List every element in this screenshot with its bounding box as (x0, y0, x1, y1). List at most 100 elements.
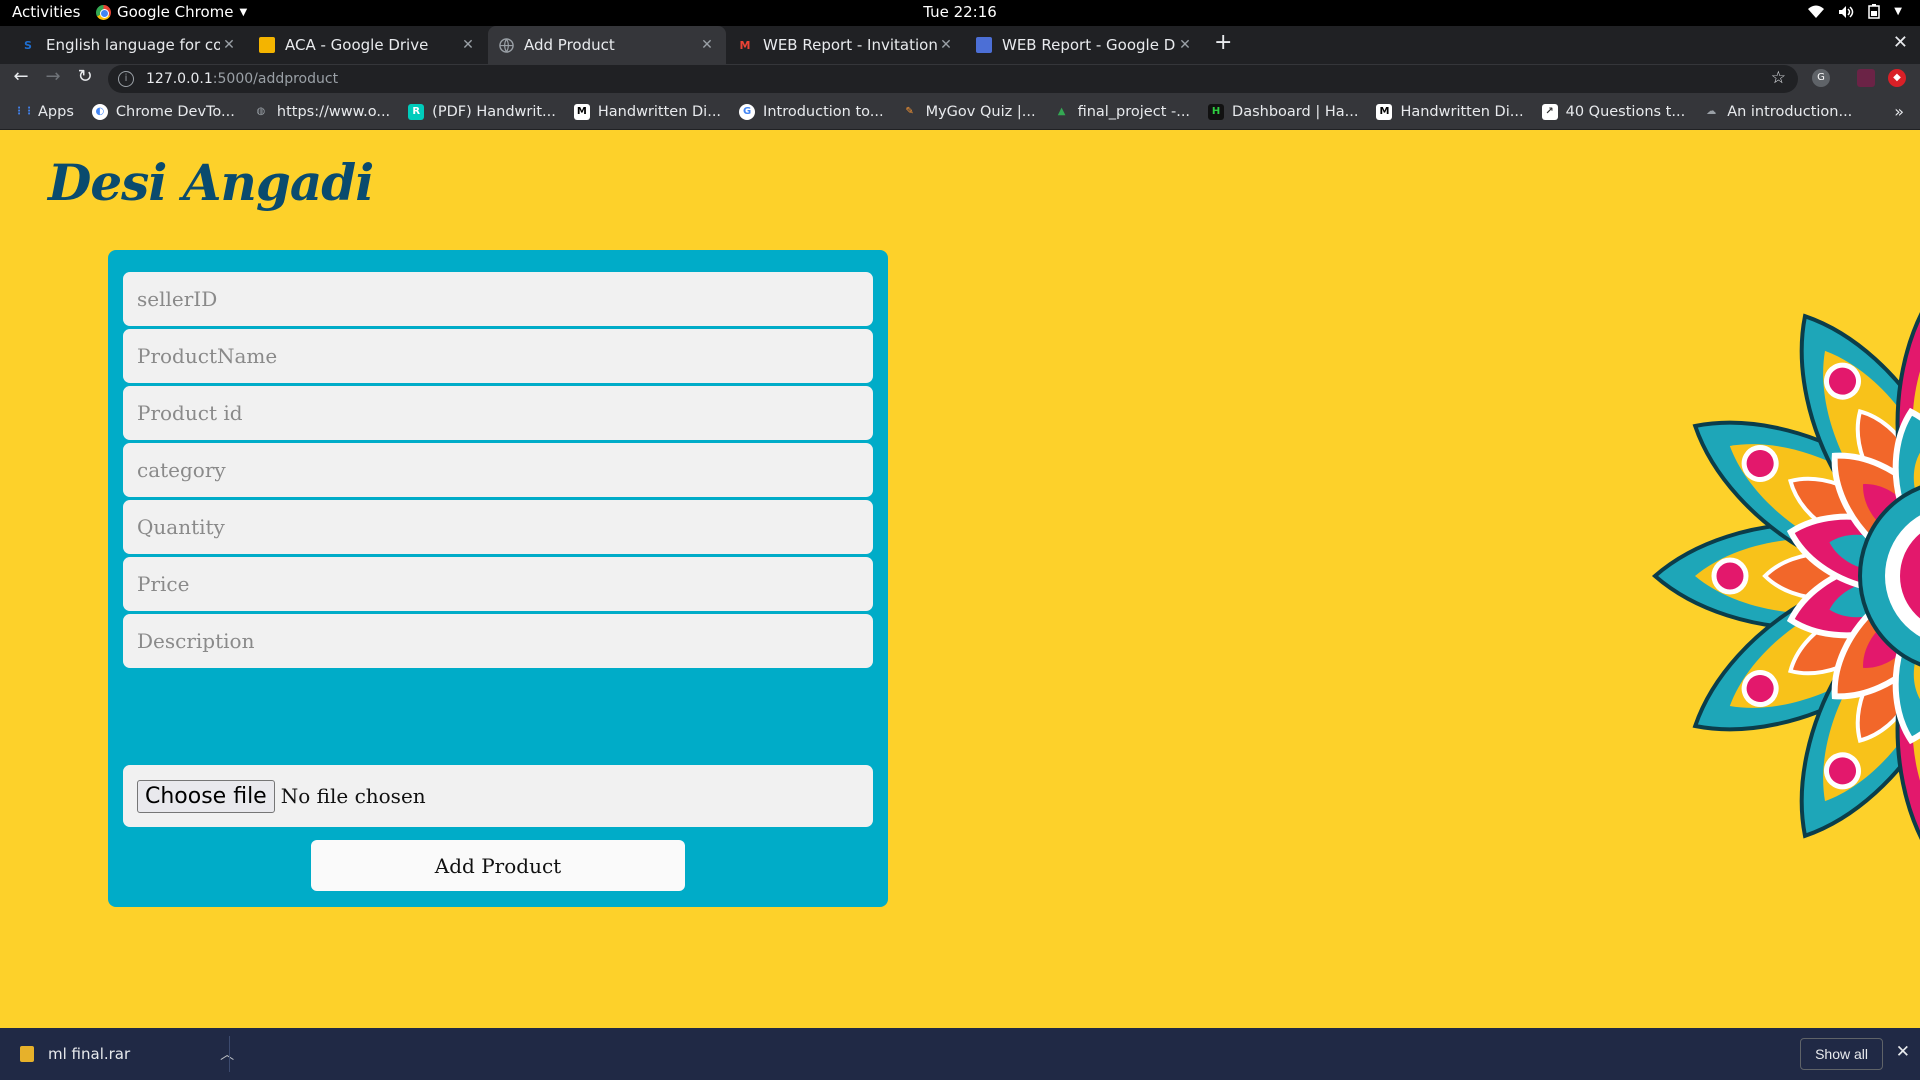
wifi-icon (1808, 5, 1825, 18)
volume-icon (1839, 5, 1854, 18)
price-input[interactable] (123, 557, 873, 611)
globe-favicon-icon (498, 37, 514, 53)
url-host: 127.0.0.1 (146, 71, 213, 87)
back-arrow-icon[interactable]: ← (8, 66, 34, 87)
download-file-name: ml final.rar (48, 1045, 131, 1063)
bookmark-label: Handwritten Di... (597, 103, 722, 120)
bookmark-dashboard[interactable]: H Dashboard | Ha... (1208, 103, 1358, 120)
bookmark-final-project[interactable]: ▲ final_project -... (1054, 104, 1190, 120)
sellerid-input[interactable] (123, 272, 873, 326)
divider (229, 1036, 230, 1072)
bookmark-handwritten-digits[interactable]: M Handwritten Di... (573, 103, 722, 120)
bookmark-star-icon[interactable]: ☆ (1771, 68, 1786, 88)
archive-file-icon (20, 1046, 34, 1062)
bookmark-apps[interactable]: ⋮⋮ Apps (14, 104, 74, 120)
url-path: :5000/addproduct (212, 71, 339, 87)
close-icon[interactable]: ✕ (1176, 37, 1194, 53)
mandala-decoration (1651, 293, 1920, 859)
reload-icon[interactable]: ↻ (72, 66, 98, 87)
medium-icon: M (1376, 103, 1393, 120)
bookmark-introduction-to[interactable]: G Introduction to... (739, 103, 884, 120)
bookmark-an-introduction[interactable]: ☁ An introduction... (1703, 104, 1852, 120)
page-content: Desi Angadi Choose file No file chosen A… (0, 131, 1920, 1028)
extension-red-icon[interactable]: ◆ (1888, 69, 1906, 87)
drive-favicon-icon (259, 37, 275, 53)
profile-extension-icon[interactable] (1857, 69, 1875, 87)
bookmark-mygov-quiz[interactable]: ✎ MyGov Quiz |... (902, 103, 1036, 120)
tab-label: ACA - Google Drive (285, 36, 429, 54)
close-icon[interactable]: ✕ (220, 37, 238, 53)
category-input[interactable] (123, 443, 873, 497)
bookmark-handwritten-digits-2[interactable]: M Handwritten Di... (1376, 103, 1524, 120)
system-tray[interactable]: ▼ (1808, 4, 1902, 19)
battery-icon (1868, 4, 1881, 19)
system-top-bar: Activities Google Chrome ▼ Tue 22:16 ▼ (0, 0, 1920, 26)
bookmark-label: 40 Questions t... (1565, 103, 1686, 120)
extension-icon[interactable]: G (1812, 69, 1830, 87)
description-input[interactable] (123, 614, 873, 668)
info-icon[interactable]: i (118, 71, 134, 87)
docs-favicon-icon (976, 37, 992, 53)
bookmark-40-questions[interactable]: ↗ 40 Questions t... (1541, 103, 1686, 120)
download-shelf: ml final.rar ︿ Show all ✕ (0, 1028, 1920, 1080)
clock[interactable]: Tue 22:16 (0, 3, 1920, 21)
quantity-input[interactable] (123, 500, 873, 554)
browser-toolbar: ← → ↻ i 127.0.0.1:5000/addproduct ☆ G ◆ (0, 64, 1920, 94)
drive-icon: ▲ (1057, 105, 1066, 117)
chevron-up-icon[interactable]: ︿ (220, 1044, 234, 1064)
mygov-icon: ✎ (905, 105, 914, 117)
file-input: Choose file No file chosen (123, 765, 873, 827)
kaggle-icon: ☁ (1706, 105, 1717, 117)
tab-add-product[interactable]: Add Product ✕ (488, 26, 726, 64)
bookmark-pdf-handwritten[interactable]: R (PDF) Handwrit... (408, 103, 556, 120)
tab-label: English language for comp (46, 36, 220, 54)
bookmark-https-www[interactable]: ◍ https://www.o... (253, 103, 391, 120)
bookmark-label: final_project -... (1077, 103, 1191, 120)
add-product-form: Choose file No file chosen Add Product (108, 250, 888, 907)
apps-grid-icon: ⋮⋮ (14, 105, 34, 117)
site-logo[interactable]: Desi Angadi (48, 153, 374, 212)
new-tab-plus-icon[interactable]: + (1214, 30, 1232, 55)
close-icon[interactable]: ✕ (459, 37, 477, 53)
more-bookmarks-icon[interactable]: » (1894, 102, 1904, 121)
bookmark-label: Apps (38, 103, 74, 120)
hackerearth-icon: H (1208, 103, 1225, 120)
file-status: No file chosen (280, 784, 426, 808)
gmail-favicon-icon: M (739, 38, 751, 52)
bookmark-label: Chrome DevTo... (115, 103, 235, 120)
download-item[interactable]: ml final.rar ︿ (20, 1044, 234, 1064)
tab-label: Add Product (524, 36, 615, 54)
bookmark-chrome-devtools[interactable]: ◐ Chrome DevTo... (91, 103, 235, 120)
medium-icon: M (573, 103, 590, 120)
show-all-button[interactable]: Show all (1800, 1038, 1883, 1070)
close-icon[interactable]: ✕ (1896, 1042, 1910, 1062)
tab-web-report-google-doc[interactable]: WEB Report - Google Doc ✕ (966, 26, 1204, 64)
close-icon[interactable]: ✕ (937, 37, 955, 53)
tab-label: WEB Report - Invitation to (763, 36, 937, 54)
productid-input[interactable] (123, 386, 873, 440)
researchgate-icon: R (408, 103, 425, 120)
bookmark-label: MyGov Quiz |... (925, 103, 1036, 120)
bookmark-label: Handwritten Di... (1400, 103, 1524, 120)
add-product-button[interactable]: Add Product (311, 840, 685, 891)
tab-aca-google-drive[interactable]: ACA - Google Drive ✕ (249, 26, 487, 64)
window-close-icon[interactable]: ✕ (1893, 32, 1908, 53)
bookmark-label: Introduction to... (763, 103, 884, 120)
caret-down-icon: ▼ (1894, 6, 1902, 17)
choose-file-button[interactable]: Choose file (137, 779, 275, 813)
forward-arrow-icon[interactable]: → (40, 66, 66, 87)
tab-strip: S English language for comp ✕ ACA - Goog… (0, 26, 1920, 64)
google-icon: G (739, 103, 756, 120)
devtools-icon: ◐ (91, 103, 108, 120)
analytics-icon: ↗ (1541, 103, 1558, 120)
productname-input[interactable] (123, 329, 873, 383)
globe-icon: ◍ (256, 105, 266, 117)
bookmark-label: (PDF) Handwrit... (432, 103, 556, 120)
tab-english-language[interactable]: S English language for comp ✕ (10, 26, 248, 64)
bookmark-label: An introduction... (1727, 103, 1853, 120)
address-bar[interactable]: i 127.0.0.1:5000/addproduct ☆ (108, 65, 1798, 93)
close-icon[interactable]: ✕ (698, 37, 716, 53)
bookmark-label: https://www.o... (276, 103, 391, 120)
tab-web-report-invitation[interactable]: M WEB Report - Invitation to ✕ (727, 26, 965, 64)
tab-favicon-icon: S (24, 38, 32, 52)
